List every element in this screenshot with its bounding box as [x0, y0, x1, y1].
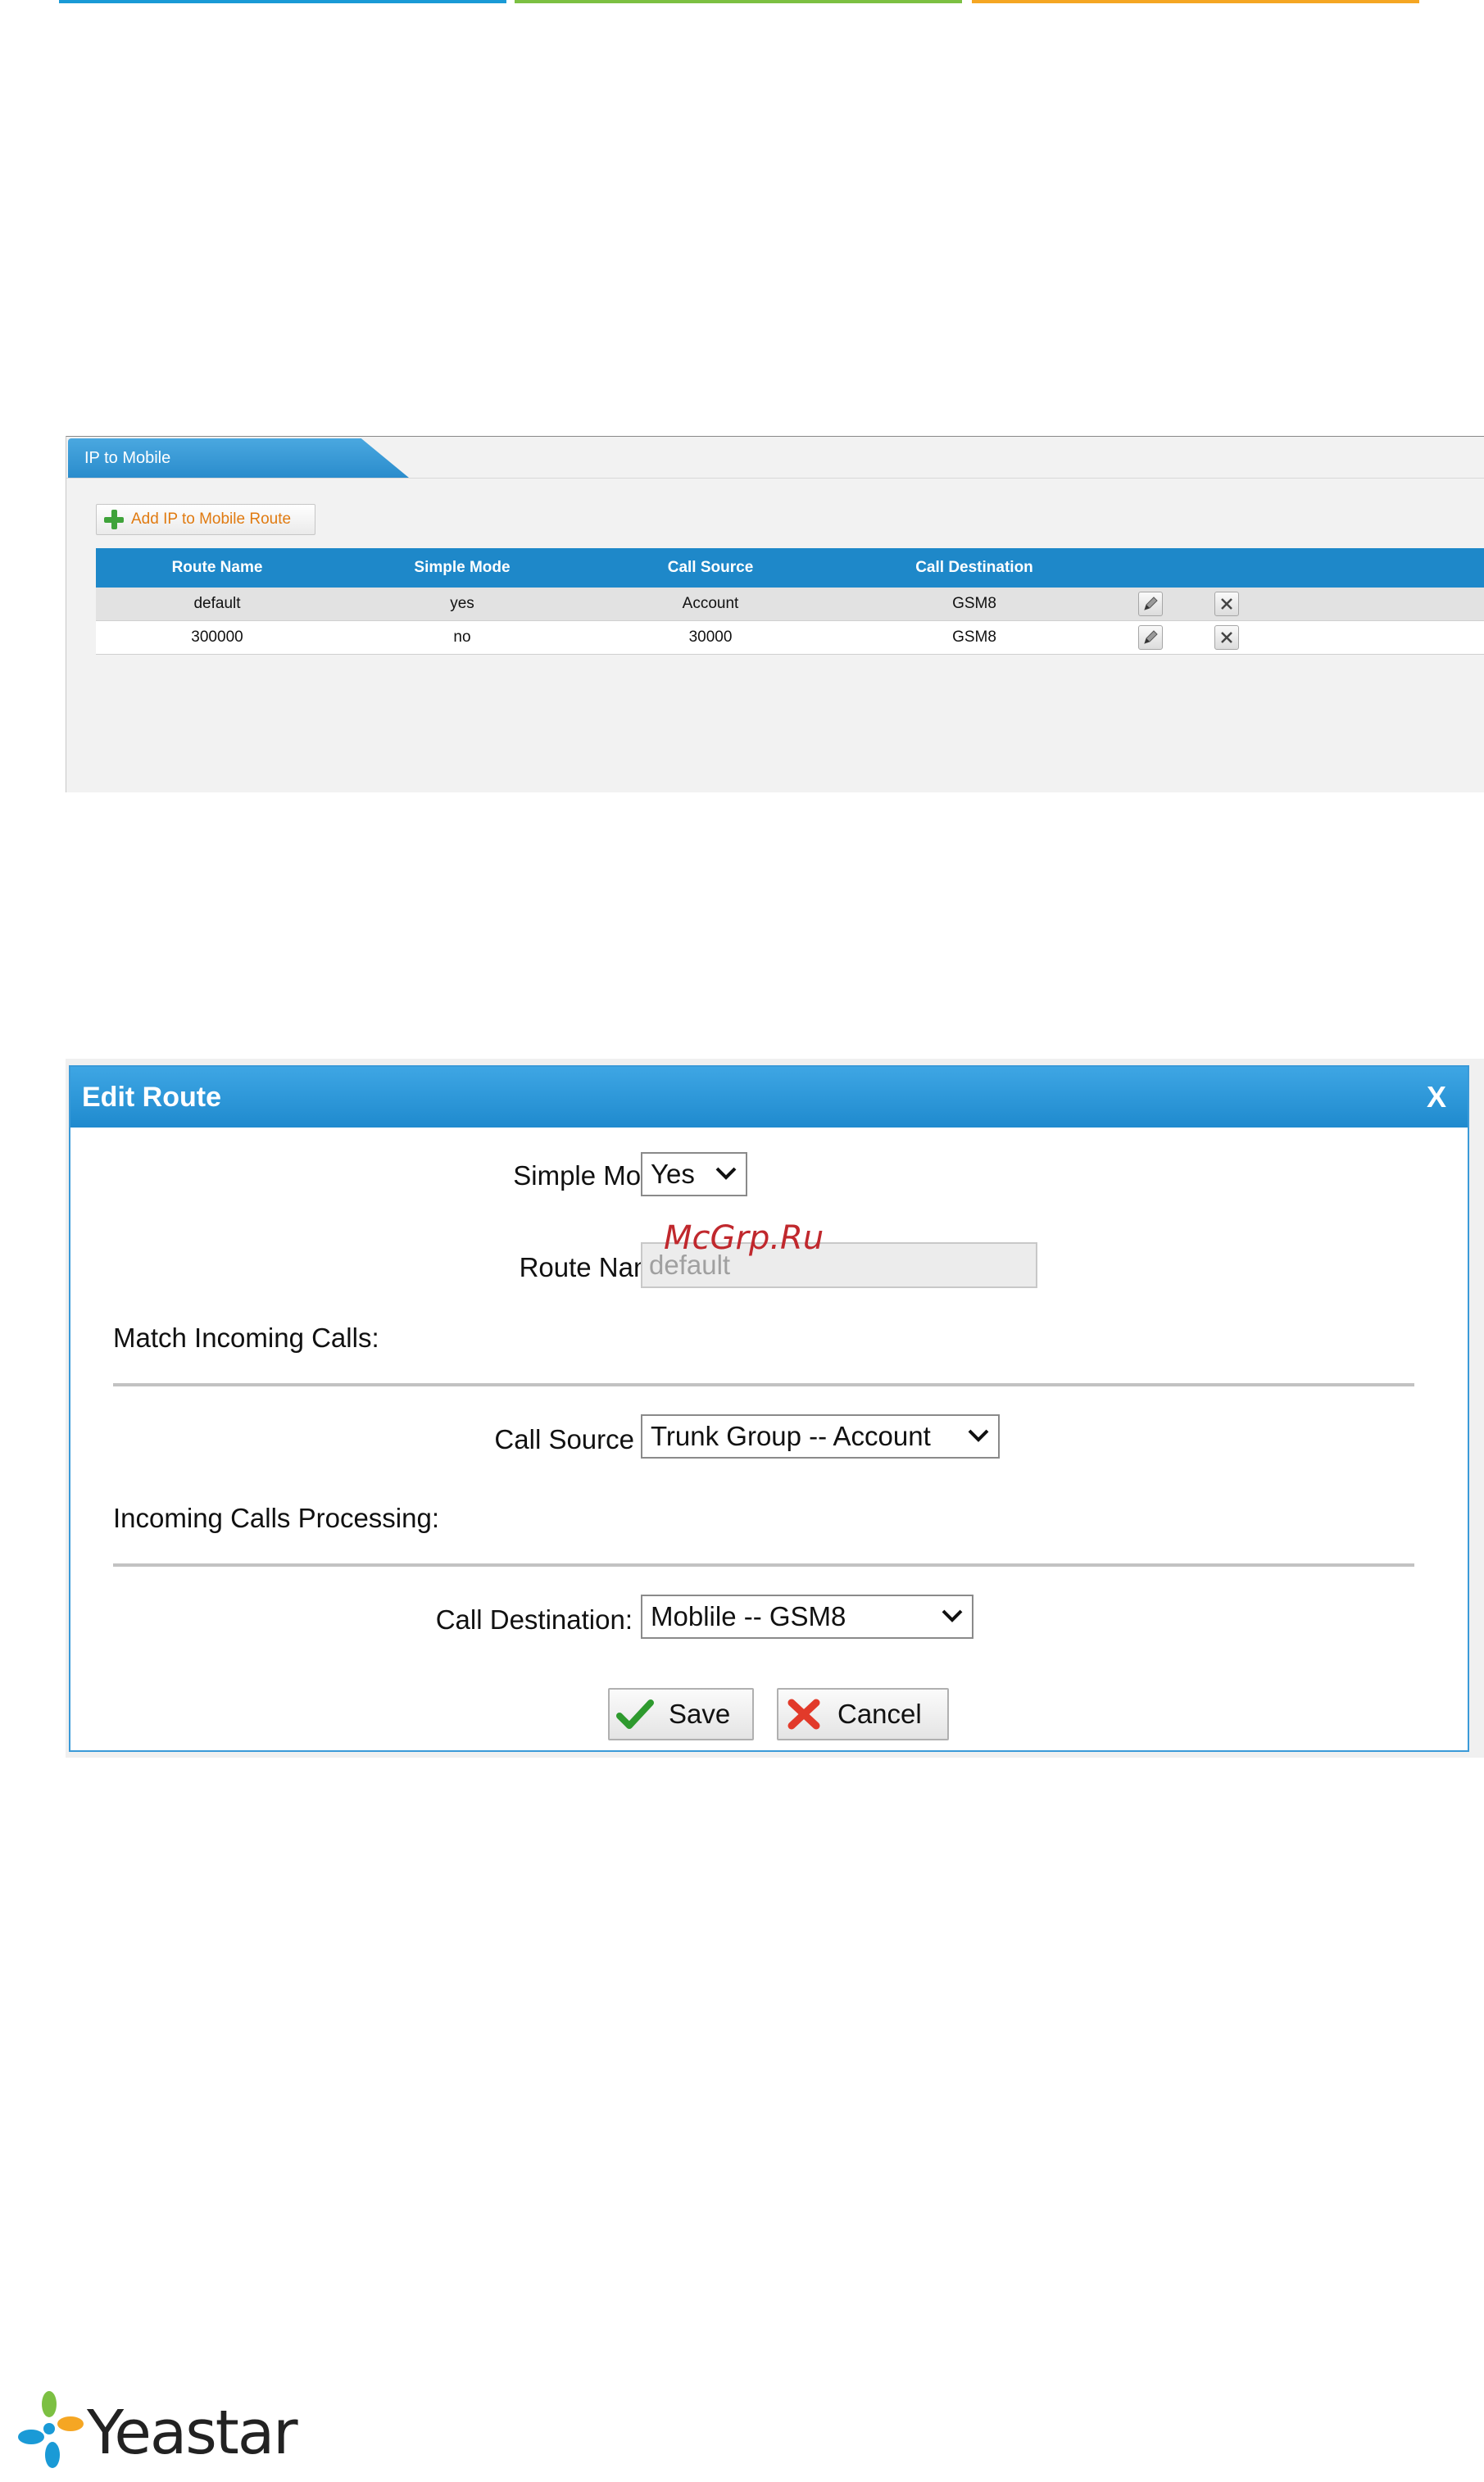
call-destination-select[interactable]: Moblile -- GSM8	[641, 1595, 973, 1639]
cell-edit	[1114, 588, 1187, 621]
cross-icon	[787, 1699, 820, 1730]
simple-mode-select[interactable]: Yes	[641, 1152, 747, 1196]
cell-call-destination: GSM8	[835, 620, 1114, 655]
tab-ip-to-mobile[interactable]: IP to Mobile	[68, 438, 409, 478]
top-bar-orange	[972, 0, 1419, 3]
cell-simple-mode: no	[338, 620, 586, 655]
incoming-calls-processing-heading: Incoming Calls Processing:	[113, 1503, 439, 1533]
cancel-label: Cancel	[837, 1699, 922, 1729]
save-label: Save	[669, 1699, 731, 1729]
col-call-source[interactable]: Call Source	[586, 548, 835, 588]
cell-call-source: 30000	[586, 620, 835, 655]
col-route-name[interactable]: Route Name	[96, 548, 338, 588]
checkmark-icon	[616, 1699, 654, 1729]
yeastar-logo: Yeastar	[15, 2389, 298, 2471]
col-call-destination[interactable]: Call Destination	[835, 548, 1114, 588]
tab-divider	[66, 478, 1484, 479]
plus-icon	[103, 509, 125, 530]
delete-icon[interactable]	[1214, 592, 1239, 616]
chevron-down-icon	[942, 1609, 963, 1622]
chevron-down-icon	[715, 1167, 737, 1180]
edit-icon[interactable]	[1138, 592, 1163, 616]
edit-route-dialog: Edit Route X Simple Modei: Yes Route Nam…	[69, 1065, 1469, 1752]
dialog-header: Edit Route X	[70, 1067, 1468, 1128]
table-row[interactable]: default yes Account GSM8	[96, 588, 1484, 621]
call-source-select[interactable]: Trunk Group -- Account	[641, 1414, 1000, 1459]
cell-spacer	[1265, 620, 1484, 655]
delete-icon[interactable]	[1214, 625, 1239, 650]
cell-simple-mode: yes	[338, 588, 586, 621]
routes-table: Route Name Simple Mode Call Source Call …	[96, 548, 1484, 655]
ip-to-mobile-panel: IP to Mobile Add IP to Mobile Route Rout…	[66, 436, 1484, 792]
top-bar-blue	[59, 0, 506, 3]
table-header-row: Route Name Simple Mode Call Source Call …	[96, 548, 1484, 588]
col-spacer	[1265, 548, 1484, 588]
yeastar-pinwheel-icon	[18, 2391, 84, 2468]
match-incoming-calls-heading: Match Incoming Calls:	[113, 1323, 379, 1353]
add-route-button[interactable]: Add IP to Mobile Route	[96, 504, 315, 535]
cell-call-destination: GSM8	[835, 588, 1114, 621]
col-edit	[1114, 548, 1187, 588]
cell-call-source: Account	[586, 588, 835, 621]
call-source-label: Call Source	[494, 1424, 634, 1454]
call-destination-label: Call Destination:	[435, 1604, 633, 1635]
col-simple-mode[interactable]: Simple Mode	[338, 548, 586, 588]
edit-icon[interactable]	[1138, 625, 1163, 650]
brand-name: Yeastar	[87, 2398, 298, 2468]
simple-mode-label-row: Simple Modei:	[193, 1160, 706, 1191]
chevron-down-icon	[968, 1429, 989, 1442]
cell-delete	[1187, 620, 1265, 655]
route-name-label-row: Route Namei:	[193, 1252, 706, 1283]
call-destination-value: Moblile -- GSM8	[651, 1601, 846, 1631]
cancel-button[interactable]: Cancel	[777, 1688, 949, 1740]
simple-mode-value: Yes	[651, 1159, 695, 1189]
cell-route-name: default	[96, 588, 338, 621]
cell-route-name: 300000	[96, 620, 338, 655]
top-bar-green	[515, 0, 962, 3]
table-row[interactable]: 300000 no 30000 GSM8	[96, 620, 1484, 655]
watermark: McGrp.Ru	[664, 1219, 824, 1257]
call-source-value: Trunk Group -- Account	[651, 1421, 931, 1451]
close-button[interactable]: X	[1427, 1067, 1446, 1128]
cell-delete	[1187, 588, 1265, 621]
section-divider	[113, 1383, 1414, 1386]
dialog-title: Edit Route	[82, 1082, 221, 1113]
col-delete	[1187, 548, 1265, 588]
save-button[interactable]: Save	[608, 1688, 754, 1740]
section-divider	[113, 1563, 1414, 1567]
cell-edit	[1114, 620, 1187, 655]
cell-spacer	[1265, 588, 1484, 621]
add-route-label: Add IP to Mobile Route	[131, 510, 292, 528]
